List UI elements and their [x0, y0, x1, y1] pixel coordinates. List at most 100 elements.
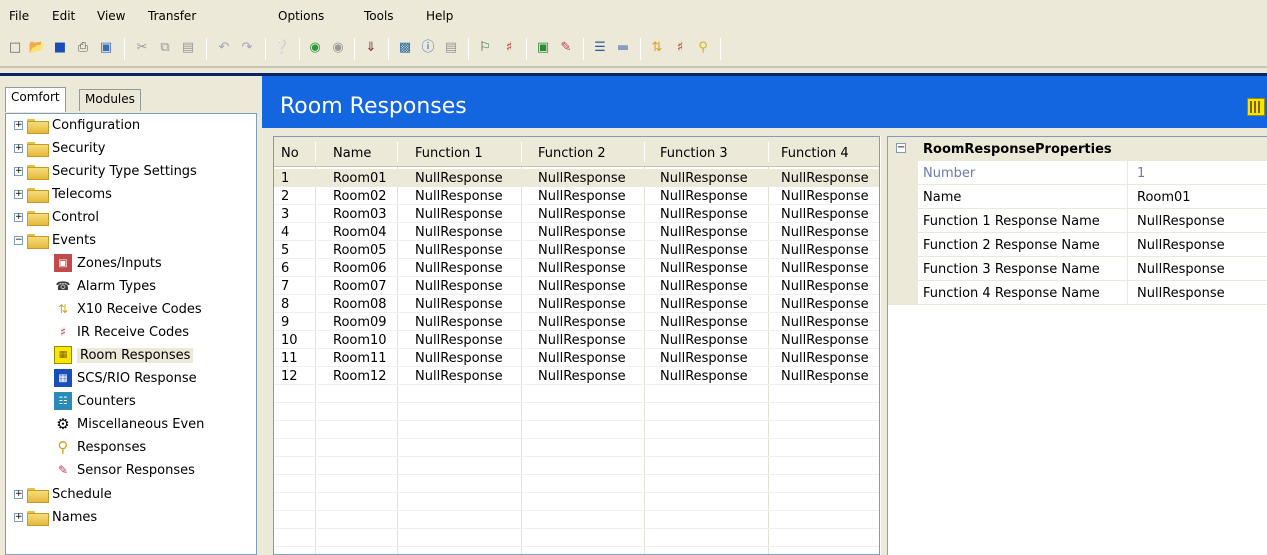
- cell-function-1[interactable]: NullResponse: [415, 297, 503, 312]
- cell-function-4[interactable]: NullResponse: [781, 297, 869, 312]
- tree-item-counters[interactable]: ☷ Counters: [54, 390, 136, 412]
- cell-function-3[interactable]: NullResponse: [660, 279, 748, 294]
- table-row[interactable]: 8 Room08 NullResponse NullResponse NullRespo…: [274, 295, 879, 313]
- cell-function-4[interactable]: NullResponse: [781, 207, 869, 222]
- cell-function-1[interactable]: NullResponse: [415, 315, 503, 330]
- tree-item-responses[interactable]: ⚲ Responses: [54, 436, 147, 458]
- expand-icon[interactable]: +: [14, 489, 23, 499]
- cell-no[interactable]: 7: [281, 279, 289, 294]
- column-header-function-1[interactable]: Function 1: [415, 146, 483, 161]
- cell-function-1[interactable]: NullResponse: [415, 333, 503, 348]
- redo-icon[interactable]: ↷: [238, 39, 256, 57]
- property-value[interactable]: 1: [1137, 166, 1145, 181]
- cell-no[interactable]: 11: [281, 351, 298, 366]
- cell-function-4[interactable]: NullResponse: [781, 333, 869, 348]
- cell-function-3[interactable]: NullResponse: [660, 207, 748, 222]
- tree-view[interactable]: + Configuration + Security + Security Type …: [5, 113, 257, 555]
- cell-no[interactable]: 8: [281, 297, 289, 312]
- column-divider[interactable]: [644, 142, 645, 162]
- cell-name[interactable]: Room03: [333, 207, 387, 222]
- column-divider[interactable]: [315, 142, 316, 162]
- property-row[interactable]: Function 2 Response Name NullResponse: [888, 233, 1267, 257]
- property-row[interactable]: Number 1: [888, 161, 1267, 185]
- cell-name[interactable]: Room09: [333, 315, 387, 330]
- ir-receive-icon[interactable]: ♯: [671, 39, 689, 57]
- cell-function-4[interactable]: NullResponse: [781, 225, 869, 240]
- cell-function-3[interactable]: NullResponse: [660, 189, 748, 204]
- table-row[interactable]: 5 Room05 NullResponse NullResponse NullRespo…: [274, 241, 879, 259]
- menu-options[interactable]: Options: [278, 9, 324, 23]
- cell-function-3[interactable]: NullResponse: [660, 333, 748, 348]
- tree-item-names[interactable]: + Names: [14, 506, 97, 528]
- expand-icon[interactable]: +: [14, 189, 23, 199]
- menu-help[interactable]: Help: [426, 9, 453, 23]
- cell-no[interactable]: 5: [281, 243, 289, 258]
- table-row[interactable]: 4 Room04 NullResponse NullResponse NullRespo…: [274, 223, 879, 241]
- monitor-icon[interactable]: ▩: [396, 39, 414, 57]
- ir-codes-icon[interactable]: ♯: [500, 39, 518, 57]
- cell-function-3[interactable]: NullResponse: [660, 315, 748, 330]
- cell-name[interactable]: Room01: [333, 171, 387, 186]
- menu-transfer[interactable]: Transfer: [148, 9, 196, 23]
- cell-function-3[interactable]: NullResponse: [660, 225, 748, 240]
- tree-item-security[interactable]: + Security: [14, 137, 105, 159]
- table-row[interactable]: 10 Room10 NullResponse NullResponse NullResp…: [274, 331, 879, 349]
- column-divider[interactable]: [521, 142, 522, 162]
- cell-function-3[interactable]: NullResponse: [660, 171, 748, 186]
- cell-function-1[interactable]: NullResponse: [415, 261, 503, 276]
- property-value[interactable]: NullResponse: [1137, 214, 1225, 229]
- expand-icon[interactable]: +: [14, 212, 23, 222]
- info-icon[interactable]: ⓘ: [419, 39, 437, 57]
- cell-function-2[interactable]: NullResponse: [538, 225, 626, 240]
- tree-item-configuration[interactable]: + Configuration: [14, 114, 140, 136]
- cell-function-4[interactable]: NullResponse: [781, 261, 869, 276]
- table-row[interactable]: 11 Room11 NullResponse NullResponse NullResp…: [274, 349, 879, 367]
- property-value[interactable]: Room01: [1137, 190, 1191, 205]
- cell-function-1[interactable]: NullResponse: [415, 189, 503, 204]
- cell-no[interactable]: 2: [281, 189, 289, 204]
- document-icon[interactable]: ▤: [442, 39, 460, 57]
- cell-function-2[interactable]: NullResponse: [538, 369, 626, 384]
- cell-name[interactable]: Room10: [333, 333, 387, 348]
- tree-item-zones-inputs[interactable]: ▣ Zones/Inputs: [54, 252, 162, 274]
- property-row[interactable]: Function 1 Response Name NullResponse: [888, 209, 1267, 233]
- cell-function-2[interactable]: NullResponse: [538, 261, 626, 276]
- cell-function-3[interactable]: NullResponse: [660, 369, 748, 384]
- cell-function-2[interactable]: NullResponse: [538, 351, 626, 366]
- table-row[interactable]: 12 Room12 NullResponse NullResponse NullResp…: [274, 367, 879, 385]
- cell-function-2[interactable]: NullResponse: [538, 207, 626, 222]
- cut-icon[interactable]: ✂: [133, 39, 151, 57]
- cell-function-2[interactable]: NullResponse: [538, 243, 626, 258]
- copy-icon[interactable]: ⧉: [156, 39, 174, 57]
- cell-function-3[interactable]: NullResponse: [660, 261, 748, 276]
- download-icon[interactable]: ⇓: [362, 39, 380, 57]
- open-folder-icon[interactable]: 📂: [28, 39, 46, 57]
- cell-function-2[interactable]: NullResponse: [538, 297, 626, 312]
- cell-function-4[interactable]: NullResponse: [781, 243, 869, 258]
- cell-no[interactable]: 6: [281, 261, 289, 276]
- tree-item-telecoms[interactable]: + Telecoms: [14, 183, 112, 205]
- table-row[interactable]: 6 Room06 NullResponse NullResponse NullRespo…: [274, 259, 879, 277]
- tree-item-sensor-responses[interactable]: ✎ Sensor Responses: [54, 459, 195, 481]
- cell-no[interactable]: 4: [281, 225, 289, 240]
- cell-no[interactable]: 3: [281, 207, 289, 222]
- menu-view[interactable]: View: [97, 9, 125, 23]
- expand-icon[interactable]: +: [14, 512, 23, 522]
- undo-icon[interactable]: ↶: [215, 39, 233, 57]
- cell-function-2[interactable]: NullResponse: [538, 171, 626, 186]
- table-row[interactable]: 7 Room07 NullResponse NullResponse NullRespo…: [274, 277, 879, 295]
- tree-item-ir-receive-codes[interactable]: ♯ IR Receive Codes: [54, 321, 189, 343]
- column-header-name[interactable]: Name: [333, 146, 371, 161]
- zones-icon[interactable]: ▣: [534, 39, 552, 57]
- cell-function-1[interactable]: NullResponse: [415, 351, 503, 366]
- cell-name[interactable]: Room06: [333, 261, 387, 276]
- cell-name[interactable]: Room12: [333, 369, 387, 384]
- cell-function-4[interactable]: NullResponse: [781, 189, 869, 204]
- cell-name[interactable]: Room02: [333, 189, 387, 204]
- room-responses-grid[interactable]: No Name Function 1 Function 2 Function 3…: [273, 136, 880, 555]
- cell-function-1[interactable]: NullResponse: [415, 369, 503, 384]
- cell-function-4[interactable]: NullResponse: [781, 315, 869, 330]
- column-header-function-4[interactable]: Function 4: [781, 146, 849, 161]
- print-preview-icon[interactable]: ▣: [97, 39, 115, 57]
- cell-function-4[interactable]: NullResponse: [781, 279, 869, 294]
